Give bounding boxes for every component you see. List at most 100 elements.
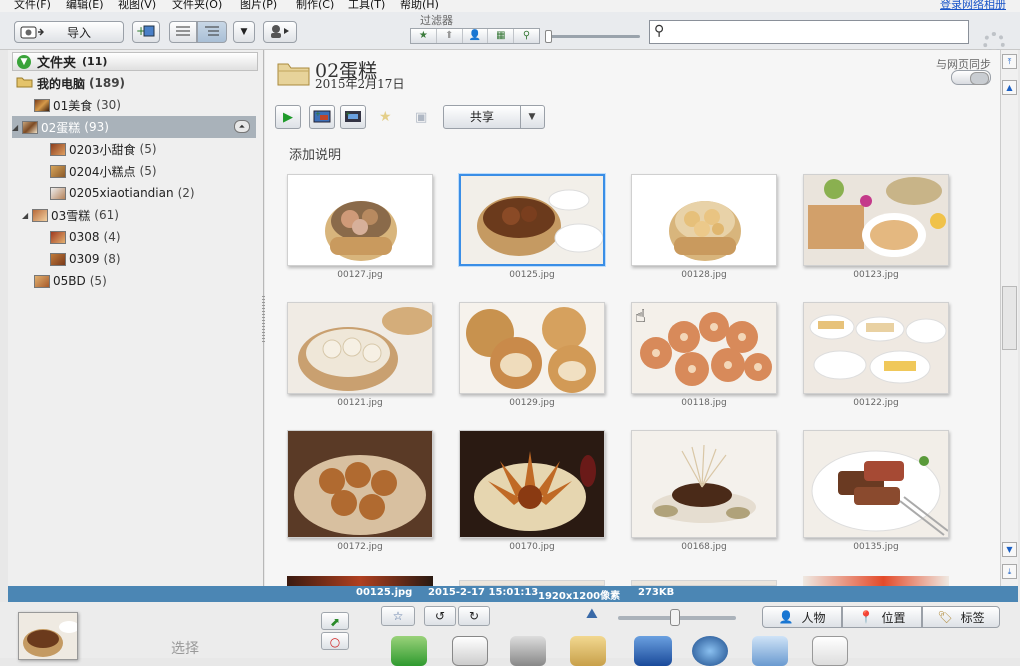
tree-item-05bd[interactable]: 05BD (5) <box>34 270 107 292</box>
rotate-right-button[interactable]: ↻ <box>458 606 490 626</box>
tree-item-0309[interactable]: 0309 (8) <box>50 248 121 270</box>
tree-item-0203[interactable]: 0203小甜食 (5) <box>50 138 157 160</box>
google-earth-icon[interactable] <box>692 636 728 666</box>
photo-grid-panel: 02蛋糕 2015年2月17日 与网页同步 ▶ + + ★ ▣ 共享 ▼ 添加说… <box>265 50 1000 586</box>
photo-thumbnail-partial[interactable] <box>287 576 433 586</box>
tree-item-01-food[interactable]: 01美食 (30) <box>34 94 121 116</box>
location-filter-icon[interactable]: ⚲ <box>514 29 539 43</box>
photo-thumbnail[interactable]: 00168.jpg <box>631 430 777 552</box>
tree-item-0204[interactable]: 0204小糕点 (5) <box>50 160 157 182</box>
tree-item-0308[interactable]: 0308 (4) <box>50 226 121 248</box>
photo-filename: 00122.jpg <box>853 398 899 408</box>
vertical-scrollbar[interactable]: ⤒ ▲ ▼ ⤓ <box>1000 50 1018 586</box>
save-icon[interactable]: ▣ <box>415 110 427 125</box>
date-filter-slider[interactable] <box>545 30 640 43</box>
green-pin-icon: ⬈ <box>329 615 341 629</box>
collapse-folders-icon[interactable]: ▼ <box>17 54 31 69</box>
people-button[interactable]: 👤 人物 <box>762 606 842 628</box>
collage-button[interactable]: + <box>309 105 335 129</box>
photo-filename: 00170.jpg <box>509 542 555 552</box>
upload-icon[interactable] <box>391 636 427 666</box>
photo-thumbnail[interactable]: 00125.jpg <box>459 174 605 280</box>
photo-filename: 00123.jpg <box>853 270 899 280</box>
photo-thumbnail-partial[interactable] <box>803 576 949 586</box>
expand-triangle-icon[interactable]: ◢ <box>12 123 22 132</box>
scrollbar-thumb[interactable] <box>1002 286 1017 350</box>
menu-tools[interactable]: 工具(T) <box>348 0 385 12</box>
scroll-up-button[interactable]: ▲ <box>1002 80 1017 95</box>
add-caption-field[interactable]: 添加说明 <box>289 144 341 163</box>
photo-thumbnail[interactable]: 00127.jpg <box>287 174 433 280</box>
tree-item-02-cake[interactable]: ◢ 02蛋糕 (93) ⏶ <box>12 116 256 138</box>
movie-button[interactable]: + <box>340 105 366 129</box>
location-button[interactable]: 📍 位置 <box>842 606 922 628</box>
movie-icon[interactable] <box>634 636 672 666</box>
star-outline-icon: ☆ <box>392 609 404 623</box>
sync-icon[interactable] <box>752 636 788 666</box>
menu-folder[interactable]: 文件夹(O) <box>172 0 222 12</box>
menu-edit[interactable]: 编辑(E) <box>66 0 104 12</box>
thumbnail-zoom-slider[interactable] <box>618 609 736 626</box>
rotate-left-button[interactable]: ↺ <box>424 606 456 626</box>
scroll-down-button[interactable]: ▼ <box>1002 542 1017 557</box>
email-icon[interactable] <box>452 636 488 666</box>
photo-thumbnail[interactable]: 00128.jpg <box>631 174 777 280</box>
menu-file[interactable]: 文件(F) <box>14 0 51 12</box>
folder-date[interactable]: 2015年2月17日 <box>315 75 404 92</box>
upload-filter-icon[interactable]: ⬆ <box>437 29 463 43</box>
photo-thumbnail[interactable]: 00121.jpg <box>287 302 433 408</box>
star-filter-icon[interactable]: ★ <box>411 29 437 43</box>
upload-folder-icon[interactable]: ⏶ <box>234 120 250 133</box>
search-input[interactable] <box>672 23 962 41</box>
print-icon[interactable] <box>510 636 546 666</box>
select-label: 选择 <box>171 641 199 657</box>
clear-button[interactable]: ○ <box>321 632 349 650</box>
tree-view-button[interactable] <box>197 21 227 43</box>
folder-thumbnail <box>22 120 38 134</box>
scroll-top-button[interactable]: ⤒ <box>1002 54 1017 69</box>
expand-triangle-icon[interactable]: ◢ <box>22 211 32 220</box>
view-dropdown-button[interactable]: ▼ <box>233 21 255 43</box>
import-label: 导入 <box>66 25 91 40</box>
web-sync-toggle[interactable] <box>951 70 991 85</box>
search-box[interactable]: ⚲ <box>649 20 969 44</box>
location-label: 位置 <box>881 610 906 625</box>
login-web-album-link[interactable]: 登录网络相册 <box>940 0 1006 12</box>
star-button[interactable]: ☆ <box>381 606 415 626</box>
date-filter-slider-knob[interactable] <box>545 30 552 43</box>
video-filter-icon[interactable]: ▦ <box>488 29 515 43</box>
photo-thumbnail[interactable]: 00123.jpg <box>803 174 949 280</box>
tree-item-0205[interactable]: 0205xiaotiandian (2) <box>50 182 195 204</box>
add-to-album-button[interactable]: + <box>132 21 160 43</box>
tags-button[interactable]: 🏷 标签 <box>922 606 1000 628</box>
photo-thumbnail[interactable]: 00135.jpg <box>803 430 949 552</box>
photo-thumbnail[interactable]: 00172.jpg <box>287 430 433 552</box>
folder-tree-panel: ▼ 文件夹 (11) 我的电脑 (189) 01美食 (30) ◢ 02蛋糕 (… <box>8 50 267 586</box>
folders-header[interactable]: ▼ 文件夹 (11) <box>12 52 258 71</box>
import-button[interactable]: 导入 <box>14 21 124 43</box>
menu-create[interactable]: 制作(C) <box>296 0 334 12</box>
photo-thumbnail[interactable]: 00122.jpg <box>803 302 949 408</box>
share-button[interactable]: 共享 ▼ <box>443 105 545 129</box>
people-filter-icon[interactable]: 👤 <box>463 29 489 43</box>
photo-thumbnail[interactable]: 00129.jpg <box>459 302 605 408</box>
selected-photo-preview[interactable] <box>18 612 78 660</box>
tree-item-count: (189) <box>89 76 126 90</box>
photo-thumbnail[interactable]: 00170.jpg <box>459 430 605 552</box>
list-view-button[interactable] <box>169 21 197 43</box>
menu-picture[interactable]: 图片(P) <box>240 0 277 12</box>
chevron-down-icon[interactable]: ▼ <box>520 106 544 128</box>
zoom-slider-knob[interactable] <box>670 609 680 626</box>
export-folder-icon[interactable] <box>570 636 606 666</box>
blog-icon[interactable] <box>812 636 848 666</box>
slideshow-button[interactable]: ▶ <box>275 105 301 129</box>
menu-view[interactable]: 视图(V) <box>118 0 156 12</box>
hold-button[interactable]: ⬈ <box>321 612 349 630</box>
star-icon[interactable]: ★ <box>379 109 392 125</box>
tree-item-03-icecream[interactable]: ◢ 03雪糕 (61) <box>22 204 119 226</box>
scroll-bottom-button[interactable]: ⤓ <box>1002 564 1017 579</box>
account-button[interactable] <box>263 21 297 43</box>
tree-item-my-computer[interactable]: 我的电脑 (189) <box>16 72 125 94</box>
photo-thumbnail[interactable]: 00118.jpg <box>631 302 777 408</box>
menu-help[interactable]: 帮助(H) <box>400 0 439 12</box>
